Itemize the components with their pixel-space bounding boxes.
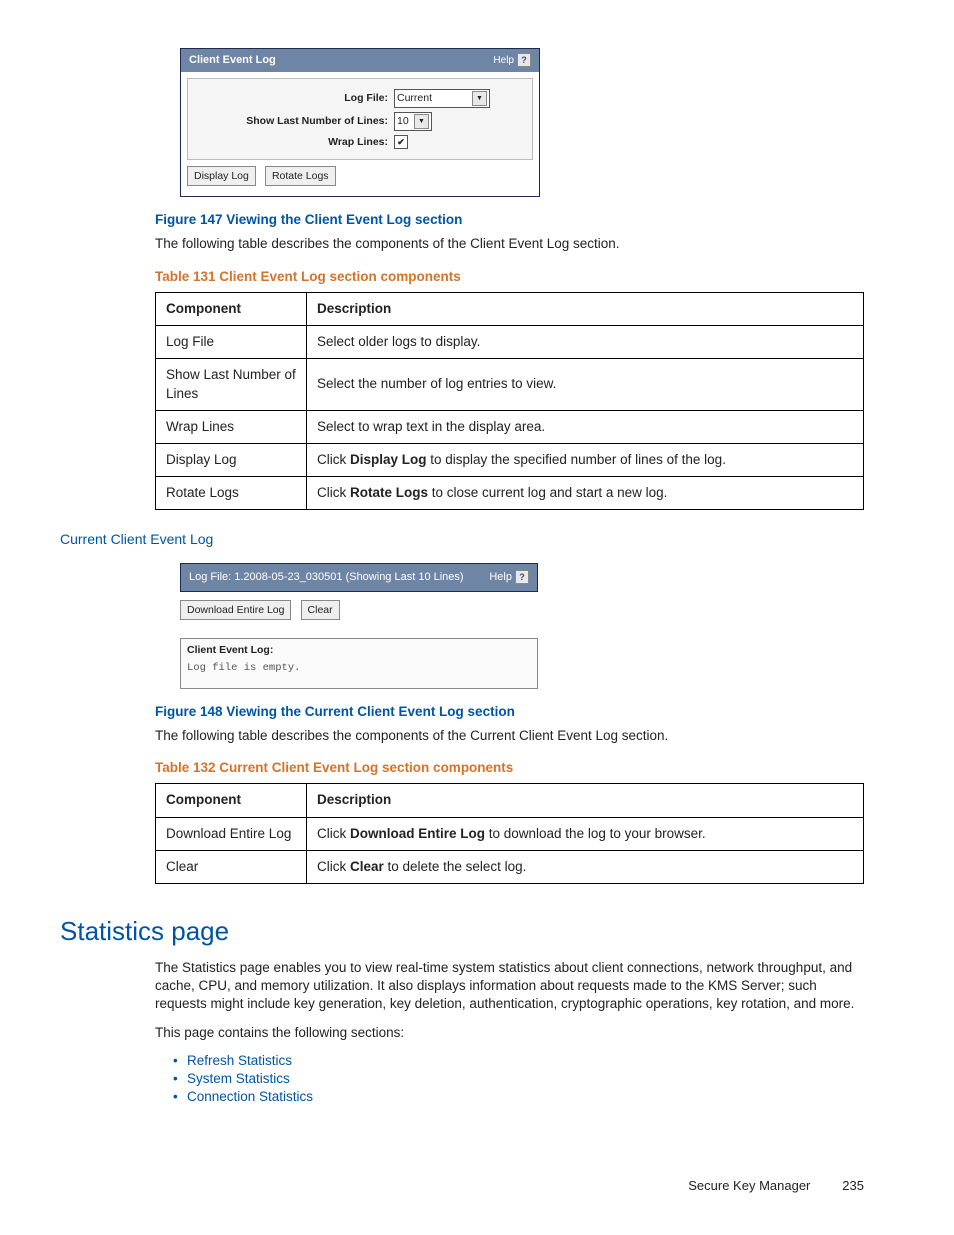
clear-button[interactable]: Clear [301, 600, 340, 620]
rotate-logs-button[interactable]: Rotate Logs [265, 166, 336, 186]
panel-title: Client Event Log [189, 53, 276, 68]
figure-147-desc: The following table describes the compon… [155, 235, 864, 253]
wrap-label: Wrap Lines: [198, 135, 394, 149]
statistics-links-list: Refresh Statistics System Statistics Con… [155, 1052, 864, 1107]
current-client-event-log-panel: Log File: 1.2008-05-23_030501 (Showing L… [180, 563, 538, 688]
help-label: Help [493, 54, 514, 68]
figure-148-caption: Figure 148 Viewing the Current Client Ev… [155, 703, 864, 721]
help-link[interactable]: Help ? [489, 570, 529, 585]
table-cell: Click Clear to delete the select log. [307, 850, 864, 883]
table-cell: Wrap Lines [156, 410, 307, 443]
table-cell: Rotate Logs [156, 477, 307, 510]
logfile-value: Current [397, 91, 432, 105]
footer-page-number: 235 [814, 1177, 864, 1195]
lines-select[interactable]: 10 ▼ [394, 112, 432, 131]
table-cell: Select to wrap text in the display area. [307, 410, 864, 443]
statistics-para: The Statistics page enables you to view … [155, 959, 864, 1014]
logfile-select[interactable]: Current ▼ [394, 89, 490, 108]
help-label: Help [489, 571, 512, 583]
link-refresh-statistics[interactable]: Refresh Statistics [187, 1053, 292, 1068]
table-cell: Select the number of log entries to view… [307, 359, 864, 410]
table-cell: Download Entire Log [156, 817, 307, 850]
lines-label: Show Last Number of Lines: [198, 114, 394, 128]
table-cell: Log File [156, 326, 307, 359]
log-box-title: Client Event Log: [181, 639, 537, 659]
panel-header: Client Event Log Help ? [181, 49, 539, 72]
help-link[interactable]: Help ? [493, 53, 531, 67]
th-component: Component [156, 292, 307, 325]
client-event-log-panel: Client Event Log Help ? Log File: Curren… [180, 48, 540, 197]
figure-147-caption: Figure 147 Viewing the Client Event Log … [155, 211, 864, 229]
table-132: Component Description Download Entire Lo… [155, 783, 864, 884]
th-description: Description [307, 784, 864, 817]
link-system-statistics[interactable]: System Statistics [187, 1071, 290, 1086]
log-header-title: Log File: 1.2008-05-23_030501 (Showing L… [189, 570, 472, 584]
chevron-down-icon: ▼ [472, 91, 487, 106]
table-cell: Show Last Number of Lines [156, 359, 307, 410]
footer-product: Secure Key Manager [688, 1178, 810, 1193]
log-header: Log File: 1.2008-05-23_030501 (Showing L… [180, 563, 538, 592]
download-entire-log-button[interactable]: Download Entire Log [180, 600, 291, 620]
lines-value: 10 [397, 114, 409, 128]
chevron-down-icon: ▼ [414, 114, 429, 129]
log-box-body: Log file is empty. [181, 659, 537, 687]
wrap-checkbox[interactable]: ✔ [394, 135, 408, 149]
table-cell: Clear [156, 850, 307, 883]
th-component: Component [156, 784, 307, 817]
table-cell: Click Download Entire Log to download th… [307, 817, 864, 850]
statistics-lead: This page contains the following section… [155, 1024, 864, 1042]
figure-148-desc: The following table describes the compon… [155, 727, 864, 745]
help-icon: ? [517, 53, 531, 67]
th-description: Description [307, 292, 864, 325]
help-icon: ? [515, 570, 529, 584]
page-footer: Secure Key Manager 235 [60, 1177, 894, 1195]
table-131: Component Description Log FileSelect old… [155, 292, 864, 511]
log-output-box: Client Event Log: Log file is empty. [180, 638, 538, 688]
table-131-caption: Table 131 Client Event Log section compo… [155, 268, 864, 286]
logfile-label: Log File: [198, 91, 394, 105]
display-log-button[interactable]: Display Log [187, 166, 256, 186]
table-cell: Click Display Log to display the specifi… [307, 443, 864, 476]
statistics-page-heading: Statistics page [60, 914, 894, 949]
table-cell: Select older logs to display. [307, 326, 864, 359]
section-link-current-log[interactable]: Current Client Event Log [60, 530, 894, 549]
link-connection-statistics[interactable]: Connection Statistics [187, 1089, 313, 1104]
table-cell: Display Log [156, 443, 307, 476]
table-132-caption: Table 132 Current Client Event Log secti… [155, 759, 864, 777]
form-box: Log File: Current ▼ Show Last Number of … [187, 78, 533, 160]
table-cell: Click Rotate Logs to close current log a… [307, 477, 864, 510]
